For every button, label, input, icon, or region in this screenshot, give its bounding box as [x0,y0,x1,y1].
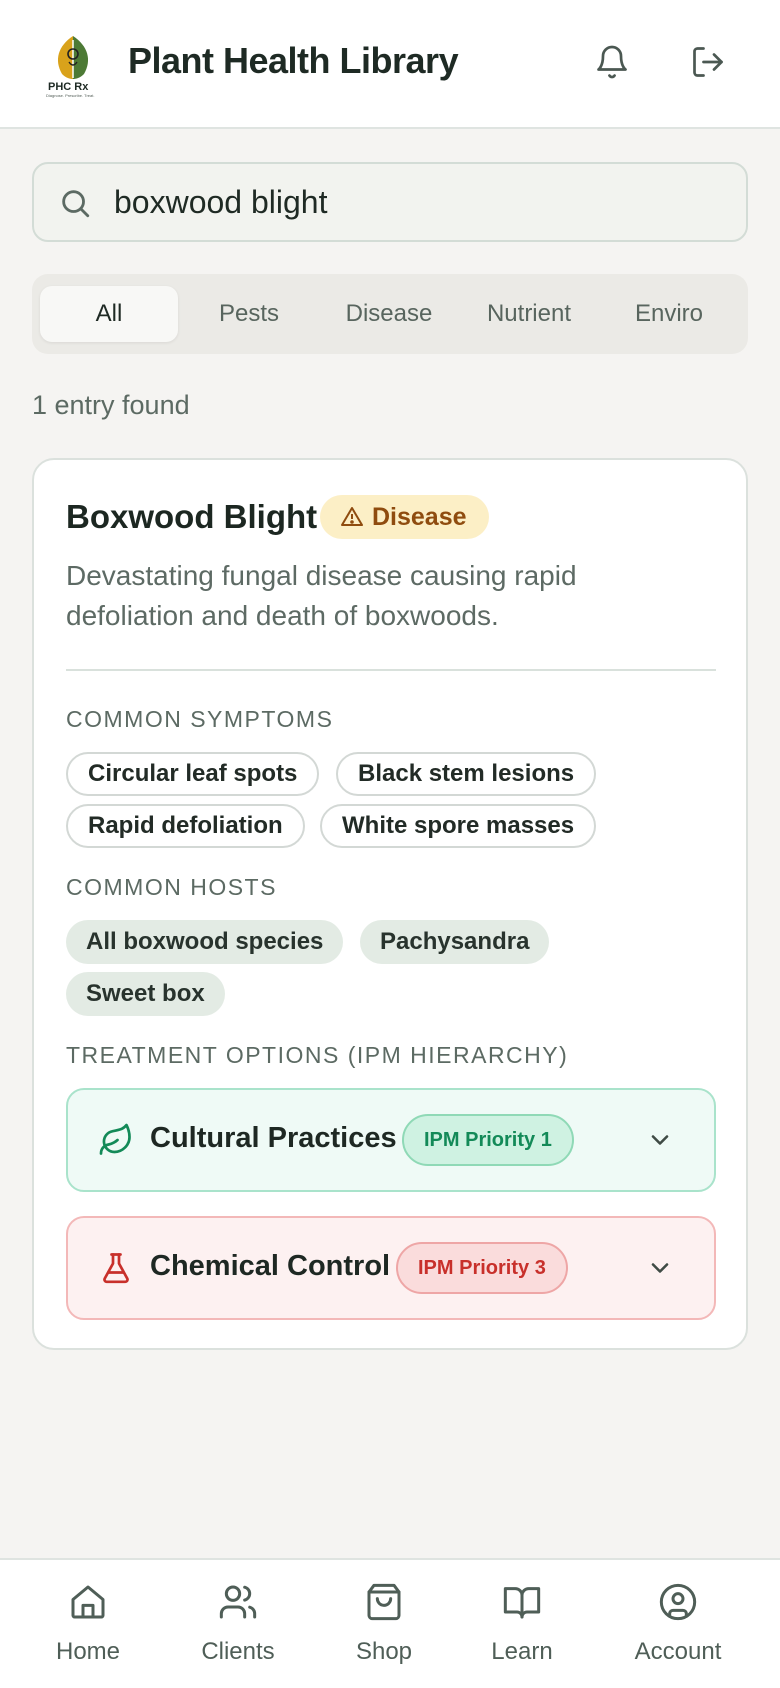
flask-icon [103,1253,129,1284]
tab-nutrient[interactable]: Nutrient [460,286,598,342]
nav-label: Learn [491,1638,553,1665]
priority-badge: IPM Priority 3 [396,1242,568,1294]
entry-title: Boxwood Blight [66,498,318,535]
status-badge: Disease [320,495,489,539]
entry-description: Devastating fungal disease causing rapid… [66,560,577,631]
badge-label: Disease [372,502,467,531]
nav-home[interactable]: Home [18,1582,158,1682]
home-icon [71,1585,105,1619]
shopping-bag-icon [367,1583,401,1621]
page-title: Plant Health Library [128,40,459,81]
symptom-chip: Black stem lesions [336,752,597,796]
chevron-down-icon[interactable] [646,1254,674,1282]
nav-label: Home [55,1638,121,1665]
search-input[interactable] [114,174,714,230]
host-chip: Sweet box [66,972,225,1016]
symptoms-heading: COMMON SYMPTOMS [66,706,334,732]
app-header: PHC Rx Diagnose. Prescribe. Treat. Plant… [0,0,780,129]
treatment-label: Chemical Control [150,1250,391,1282]
treatments-heading: TREATMENT OPTIONS (IPM HIERARCHY) [66,1042,569,1068]
treatment-cultural-practices[interactable]: Cultural Practices IPM Priority 1 [66,1088,716,1192]
phc-rx-logo: PHC Rx Diagnose. Prescribe. Treat. [46,36,94,98]
treatment-label: Cultural Practices [150,1122,397,1154]
category-tabs: All Pests Disease Nutrient Enviro [32,274,748,354]
warning-icon [341,507,363,526]
search-bar[interactable] [32,162,748,242]
divider [66,669,716,671]
tab-enviro[interactable]: Enviro [600,286,738,342]
symptom-chip: Rapid defoliation [66,804,305,848]
svg-text:Diagnose. Prescribe. Treat.: Diagnose. Prescribe. Treat. [46,93,94,98]
tab-disease[interactable]: Disease [320,286,458,342]
symptom-chip: White spore masses [320,804,597,848]
search-icon [62,190,90,218]
bell-icon[interactable] [594,44,630,80]
priority-badge: IPM Priority 1 [402,1114,574,1166]
tab-all[interactable]: All [40,286,178,342]
symptom-chip: Circular leaf spots [66,752,320,796]
results-count: 1 entry found [32,390,190,420]
nav-shop[interactable]: Shop [314,1582,454,1682]
entry-card[interactable]: Boxwood Blight Disease Devastating funga… [32,458,748,1350]
chevron-down-icon[interactable] [646,1126,674,1154]
treatment-chemical-control[interactable]: Chemical Control IPM Priority 3 [66,1216,716,1320]
nav-label: Shop [355,1638,413,1665]
bottom-nav: Home Clients Shop Learn Account [0,1558,780,1688]
nav-account[interactable]: Account [608,1582,748,1682]
nav-label: Account [634,1638,722,1665]
users-icon [219,1585,257,1619]
host-chip: Pachysandra [360,920,550,964]
book-icon [503,1587,541,1619]
leaf-icon [99,1123,131,1155]
user-circle-icon [659,1583,697,1621]
host-chip: All boxwood species [66,920,344,964]
nav-clients[interactable]: Clients [168,1582,308,1682]
svg-text:PHC Rx: PHC Rx [48,81,89,93]
logout-icon[interactable] [690,44,726,80]
nav-learn[interactable]: Learn [452,1582,592,1682]
tab-pests[interactable]: Pests [180,286,318,342]
nav-label: Clients [201,1638,275,1665]
hosts-heading: COMMON HOSTS [66,874,277,900]
